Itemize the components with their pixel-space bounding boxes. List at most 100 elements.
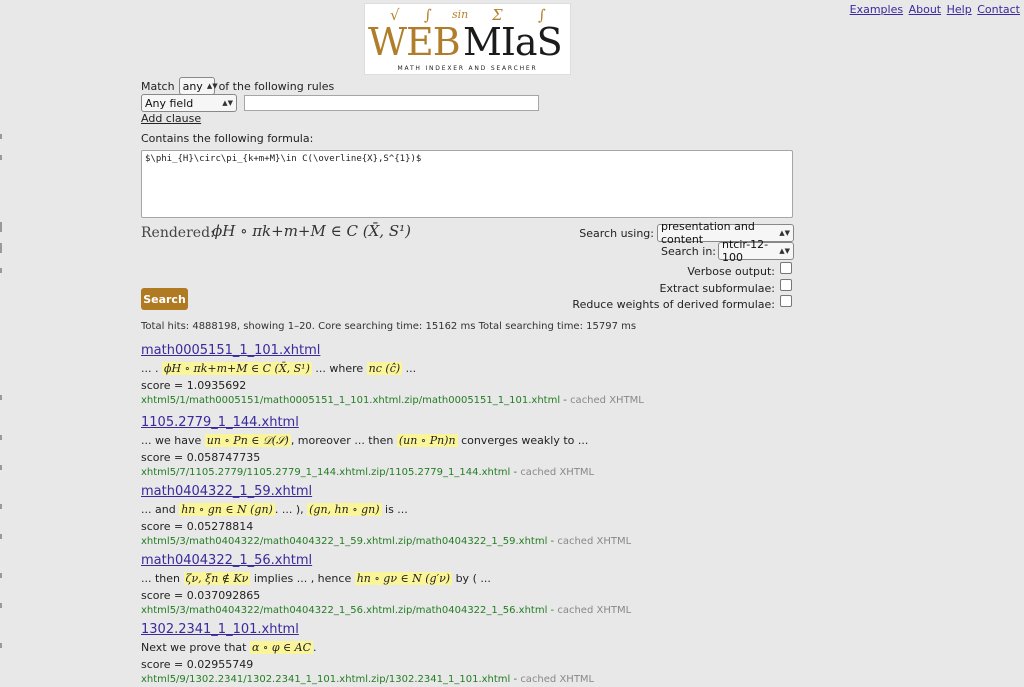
contact-link[interactable]: Contact bbox=[977, 3, 1020, 16]
webmias-logo[interactable]: √ ∫ sin Σ ∫ WEB MIaS MATH INDEXER AND SE… bbox=[364, 3, 571, 75]
snippet-text: is ... bbox=[385, 503, 408, 516]
chevron-down-icon: ▲▼ bbox=[222, 99, 233, 107]
top-nav: Examples About Help Contact bbox=[848, 3, 1020, 16]
logo-word-mias: MIaS bbox=[463, 20, 563, 64]
snippet-formula: hn ∘ gν ∈ N (g′ν) bbox=[354, 572, 453, 585]
result-snippet: Next we prove that α ∘ φ ∈ AC. bbox=[141, 639, 901, 657]
result-title-link[interactable]: math0005151_1_101.xhtml bbox=[141, 343, 901, 359]
result-title-link[interactable]: math0404322_1_56.xhtml bbox=[141, 553, 901, 569]
edge-mark bbox=[0, 435, 2, 440]
result-score: score = 0.05278814 bbox=[141, 520, 254, 533]
snippet-text: Next we prove that bbox=[141, 641, 247, 654]
snippet-text: ... then bbox=[141, 572, 181, 585]
result-path: xhtml5/3/math0404322/math0404322_1_56.xh… bbox=[141, 605, 548, 616]
cached-link[interactable]: cached XHTML bbox=[557, 605, 631, 616]
result-snippet: ... . ϕH ∘ πk+m+M ∈ C (X̄, S¹) ... where… bbox=[141, 360, 901, 378]
cached-link[interactable]: cached XHTML bbox=[570, 395, 644, 406]
search-in-select[interactable]: ntcir-12-100 ▲▼ bbox=[718, 238, 794, 264]
result-url: xhtml5/9/1302.2341/1302.2341_1_101.xhtml… bbox=[141, 674, 595, 685]
edge-mark bbox=[0, 534, 2, 539]
snippet-text: ... . bbox=[141, 362, 159, 375]
logo-word-web: WEB bbox=[368, 20, 461, 64]
result-item: 1105.2779_1_144.xhtml ... we have un ∘ P… bbox=[141, 415, 901, 480]
cached-link[interactable]: cached XHTML bbox=[520, 467, 594, 478]
reduce-label: Reduce weights of derived formulae: bbox=[572, 298, 775, 311]
verbose-checkbox[interactable] bbox=[780, 262, 792, 274]
formula-textarea[interactable]: $\phi_{H}\circ\pi_{k+m+M}\in C(\overline… bbox=[141, 150, 793, 218]
reduce-checkbox[interactable] bbox=[780, 295, 792, 307]
result-item: math0404322_1_56.xhtml ... then ζν, ξn ∉… bbox=[141, 553, 901, 618]
edge-mark bbox=[0, 465, 2, 470]
formula-label: Contains the following formula: bbox=[141, 132, 314, 145]
result-snippet: ... we have un ∘ Pn ∈ 𝒟(𝒮), moreover ...… bbox=[141, 432, 901, 450]
result-url: xhtml5/1/math0005151/math0005151_1_101.x… bbox=[141, 395, 644, 406]
result-path: xhtml5/9/1302.2341/1302.2341_1_101.xhtml… bbox=[141, 674, 511, 685]
match-select[interactable]: any ▲▼ bbox=[178, 77, 218, 95]
help-link[interactable]: Help bbox=[947, 3, 972, 16]
logo-tagline: MATH INDEXER AND SEARCHER bbox=[397, 65, 538, 72]
result-path: xhtml5/3/math0404322/math0404322_1_59.xh… bbox=[141, 536, 548, 547]
result-score: score = 0.02955749 bbox=[141, 658, 254, 671]
cached-link[interactable]: cached XHTML bbox=[557, 536, 631, 547]
snippet-text: . ... ), bbox=[274, 503, 304, 516]
about-link[interactable]: About bbox=[909, 3, 942, 16]
result-url: xhtml5/3/math0404322/math0404322_1_56.xh… bbox=[141, 605, 632, 616]
snippet-formula: (gn, hn ∘ gn) bbox=[307, 503, 382, 516]
result-url: xhtml5/3/math0404322/math0404322_1_59.xh… bbox=[141, 536, 632, 547]
snippet-formula: ζν, ξn ∉ Kν bbox=[183, 572, 251, 585]
snippet-formula: hn ∘ gn ∈ N (gn) bbox=[179, 503, 275, 516]
result-score: score = 1.0935692 bbox=[141, 379, 247, 392]
cached-link[interactable]: cached XHTML bbox=[520, 674, 594, 685]
snippet-text: , moreover ... then bbox=[290, 434, 394, 447]
match-select-value: any bbox=[182, 79, 203, 93]
search-in-value: ntcir-12-100 bbox=[722, 238, 769, 264]
edge-mark bbox=[0, 222, 2, 232]
result-score: score = 0.058747735 bbox=[141, 451, 261, 464]
add-clause-link[interactable]: Add clause bbox=[141, 112, 201, 125]
examples-link[interactable]: Examples bbox=[850, 3, 903, 16]
snippet-formula: nc (ĉ) bbox=[366, 362, 403, 375]
snippet-formula: (un ∘ Pn)n bbox=[396, 434, 458, 447]
edge-mark bbox=[0, 395, 2, 400]
snippet-text: converges weakly to ... bbox=[461, 434, 589, 447]
result-title-link[interactable]: 1302.2341_1_101.xhtml bbox=[141, 622, 901, 638]
verbose-label: Verbose output: bbox=[687, 265, 775, 278]
snippet-text: ... and bbox=[141, 503, 176, 516]
field-select[interactable]: Any field ▲▼ bbox=[141, 94, 237, 112]
edge-mark bbox=[0, 643, 2, 648]
snippet-text: ... bbox=[405, 362, 417, 375]
snippet-text: ... where bbox=[315, 362, 364, 375]
snippet-text: . bbox=[313, 641, 317, 654]
result-item: math0005151_1_101.xhtml ... . ϕH ∘ πk+m+… bbox=[141, 343, 901, 408]
edge-mark bbox=[0, 268, 2, 273]
extract-label: Extract subformulae: bbox=[659, 282, 775, 295]
result-title-link[interactable]: math0404322_1_59.xhtml bbox=[141, 484, 901, 500]
result-item: 1302.2341_1_101.xhtml Next we prove that… bbox=[141, 622, 901, 687]
snippet-text: ... we have bbox=[141, 434, 202, 447]
result-url: xhtml5/7/1105.2779/1105.2779_1_144.xhtml… bbox=[141, 467, 595, 478]
result-title-link[interactable]: 1105.2779_1_144.xhtml bbox=[141, 415, 901, 431]
clause-text-input[interactable] bbox=[244, 95, 539, 111]
search-button[interactable]: Search bbox=[141, 288, 188, 310]
rendered-label: Rendered: bbox=[141, 225, 215, 241]
edge-mark bbox=[0, 573, 2, 578]
match-suffix: of the following rules bbox=[218, 79, 335, 93]
result-snippet: ... and hn ∘ gn ∈ N (gn). ... ), (gn, hn… bbox=[141, 501, 901, 519]
edge-mark bbox=[0, 134, 2, 139]
edge-mark bbox=[0, 603, 2, 608]
snippet-formula: un ∘ Pn ∈ 𝒟(𝒮) bbox=[204, 434, 291, 447]
chevron-down-icon: ▲▼ bbox=[779, 229, 790, 237]
chevron-down-icon: ▲▼ bbox=[779, 247, 790, 255]
result-path: xhtml5/1/math0005151/math0005151_1_101.x… bbox=[141, 395, 561, 406]
extract-checkbox[interactable] bbox=[780, 279, 792, 291]
edge-mark bbox=[0, 243, 2, 253]
edge-mark bbox=[0, 155, 2, 160]
search-in-label: Search in: bbox=[660, 245, 716, 258]
search-using-label: Search using: bbox=[579, 227, 654, 240]
snippet-formula: α ∘ φ ∈ AC bbox=[250, 641, 314, 654]
rendered-formula: ϕH ∘ πk+m+M ∈ C (X̄, S¹) bbox=[212, 222, 411, 240]
result-item: math0404322_1_59.xhtml ... and hn ∘ gn ∈… bbox=[141, 484, 901, 549]
match-label: Match bbox=[141, 79, 175, 93]
chevron-down-icon: ▲▼ bbox=[206, 82, 218, 90]
snippet-text: implies ... , hence bbox=[253, 572, 352, 585]
